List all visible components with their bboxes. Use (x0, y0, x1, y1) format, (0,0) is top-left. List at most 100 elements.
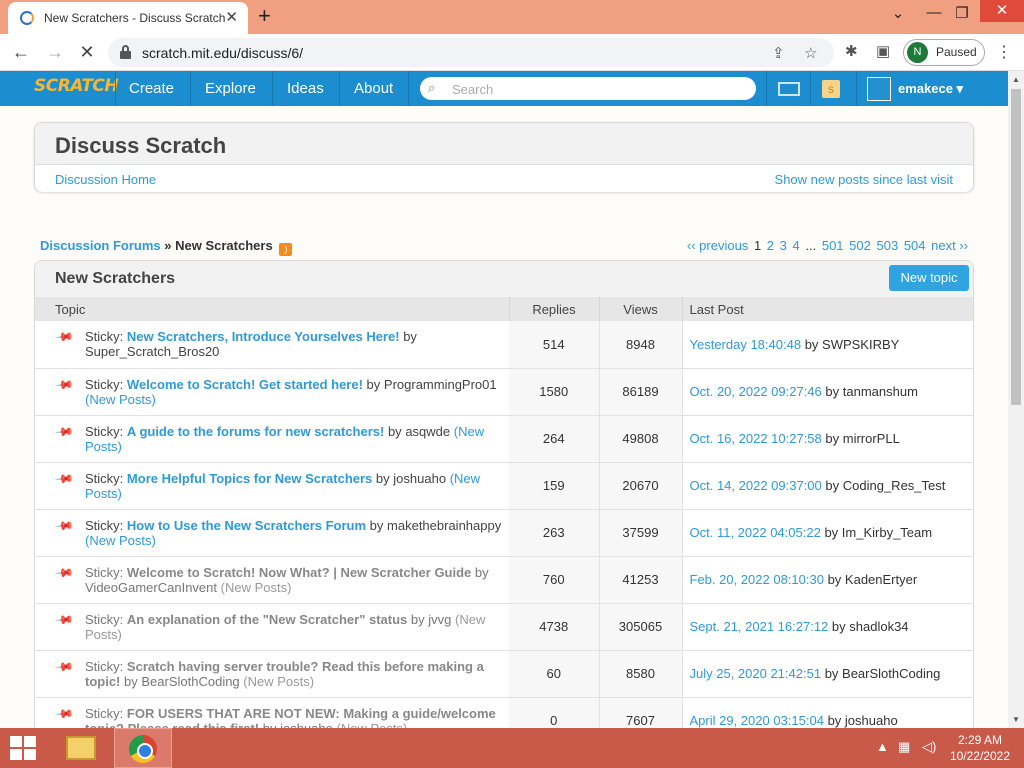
taskbar-chrome[interactable] (114, 728, 172, 768)
url-text[interactable]: scratch.mit.edu/discuss/6/ (142, 45, 303, 61)
tray-expand-icon[interactable]: ▲ (876, 739, 889, 754)
network-icon[interactable]: ▦ (898, 739, 910, 755)
pagination-page[interactable]: 503 (877, 238, 899, 253)
pagination-page[interactable]: 2 (767, 238, 774, 253)
profile-button[interactable]: N Paused (903, 39, 985, 66)
sticky-label: Sticky: (85, 329, 124, 345)
new-posts-link[interactable]: (New Posts) (243, 674, 314, 689)
breadcrumb: Discussion Forums » New Scratchers ) (40, 238, 293, 256)
topic-title-link[interactable]: How to Use the New Scratchers Forum (127, 518, 366, 533)
sticky-label: Sticky: (85, 470, 124, 486)
last-post-date-link[interactable]: Oct. 16, 2022 10:27:58 (690, 431, 822, 446)
forward-arrow-icon[interactable]: → (44, 42, 66, 63)
pagination-previous[interactable]: ‹‹ previous (687, 238, 748, 253)
topic-title-link[interactable]: A guide to the forums for new scratchers… (127, 424, 384, 439)
new-posts-link[interactable]: (New Posts) (85, 392, 156, 407)
topic-title-link[interactable]: More Helpful Topics for New Scratchers (127, 471, 372, 486)
topic-author[interactable]: VideoGamerCanInvent (85, 580, 217, 595)
browser-tab[interactable]: New Scratchers - Discuss Scratch ✕ (8, 2, 248, 34)
scrollbar-thumb[interactable] (1011, 89, 1021, 405)
share-icon[interactable]: ⇪ (772, 44, 785, 62)
pagination-page[interactable]: 3 (780, 238, 787, 253)
topic-author[interactable]: makethebrainhappy (387, 518, 501, 533)
pagination-next[interactable]: next ›› (931, 238, 968, 253)
breadcrumb-forums-link[interactable]: Discussion Forums (40, 238, 161, 253)
back-arrow-icon[interactable]: ← (10, 42, 32, 63)
last-post-date-link[interactable]: Sept. 21, 2021 16:27:12 (690, 619, 829, 634)
topic-author[interactable]: BearSlothCoding (141, 674, 239, 689)
topic-author[interactable]: Super_Scratch_Bros20 (85, 344, 219, 359)
pagination-page[interactable]: 4 (793, 238, 800, 253)
nav-about[interactable]: About (354, 80, 393, 97)
by-label: by (387, 423, 402, 439)
pagination-page[interactable]: 502 (849, 238, 871, 253)
scratch-logo[interactable]: SCRATCH (34, 76, 119, 96)
scroll-down-arrow-icon[interactable]: ▼ (1012, 715, 1020, 724)
bookmark-star-icon[interactable]: ☆ (804, 44, 817, 62)
discussion-home-link[interactable]: Discussion Home (55, 172, 156, 187)
messages-mail-icon[interactable] (778, 82, 800, 96)
last-post-date-link[interactable]: Oct. 11, 2022 04:05:22 (690, 525, 821, 540)
browser-menu-icon[interactable]: ⋮ (996, 42, 1012, 62)
taskbar-file-explorer[interactable] (52, 728, 110, 768)
nav-divider (115, 71, 116, 106)
last-post-author: by Coding_Res_Test (825, 478, 946, 493)
new-posts-link[interactable]: (New Posts) (221, 580, 292, 595)
new-tab-button[interactable]: + (258, 3, 271, 29)
topic-author[interactable]: asqwde (405, 424, 450, 439)
nav-create[interactable]: Create (129, 80, 174, 97)
show-new-posts-link[interactable]: Show new posts since last visit (775, 172, 953, 187)
clock-date: 10/22/2022 (949, 749, 1010, 763)
table-row: 📌 Sticky: Welcome to Scratch! Get started… (35, 368, 973, 416)
last-post-date-link[interactable]: Oct. 20, 2022 09:27:46 (690, 384, 822, 399)
topic-cell: 📌 Sticky: A guide to the forums for new s… (35, 415, 509, 463)
address-bar[interactable]: scratch.mit.edu/discuss/6/ ⇪ ☆ (108, 38, 834, 67)
windows-start-icon[interactable] (10, 736, 36, 760)
topic-title-link[interactable]: Welcome to Scratch! Get started here! (127, 377, 363, 392)
topic-title-link[interactable]: New Scratchers, Introduce Yourselves Her… (127, 329, 400, 344)
user-avatar[interactable] (867, 77, 891, 101)
last-post-date-link[interactable]: Oct. 14, 2022 09:37:00 (690, 478, 822, 493)
last-post-date-link[interactable]: Yesterday 18:40:48 (690, 337, 802, 352)
lock-icon[interactable] (120, 45, 131, 59)
topic-author[interactable]: ProgrammingPro01 (384, 377, 497, 392)
nav-explore[interactable]: Explore (205, 80, 256, 97)
topic-title-link[interactable]: An explanation of the "New Scratcher" st… (127, 612, 407, 627)
last-post-cell: Oct. 16, 2022 10:27:58 by mirrorPLL (682, 415, 973, 463)
pagination-page[interactable]: 504 (904, 238, 926, 253)
my-stuff-folder-icon[interactable]: s (822, 80, 840, 98)
topic-text: Sticky: Scratch having server trouble? R… (55, 659, 509, 689)
page-scrollbar[interactable]: ▲ ▼ (1008, 71, 1024, 728)
minimize-button[interactable]: — (924, 4, 944, 21)
last-post-date-link[interactable]: July 25, 2020 21:42:51 (690, 666, 822, 681)
topic-title-link[interactable]: Welcome to Scratch! Now What? | New Scra… (127, 565, 471, 580)
last-post-date-link[interactable]: April 29, 2020 03:15:04 (690, 713, 824, 728)
last-post-date-link[interactable]: Feb. 20, 2022 08:10:30 (690, 572, 824, 587)
window-close-button[interactable]: ✕ (980, 0, 1024, 22)
tab-search-icon[interactable]: ⌄ (888, 4, 908, 22)
taskbar-clock[interactable]: 2:29 AM 10/22/2022 (950, 732, 1010, 764)
new-topic-button[interactable]: New topic (889, 265, 969, 291)
sticky-label: Sticky: (85, 705, 124, 721)
new-posts-link[interactable]: (New Posts) (85, 533, 156, 548)
nav-ideas[interactable]: Ideas (287, 80, 324, 97)
extensions-icon[interactable]: ✱ (845, 42, 858, 60)
scratch-search-input[interactable]: ⌕ Search (420, 77, 756, 100)
tab-close-icon[interactable]: ✕ (225, 8, 238, 26)
topic-author[interactable]: joshuaho (393, 471, 446, 486)
column-header-topic: Topic (35, 297, 510, 321)
volume-icon[interactable]: ◁) (922, 739, 936, 755)
scroll-up-arrow-icon[interactable]: ▲ (1012, 75, 1020, 84)
rss-feed-icon[interactable]: ) (279, 243, 293, 256)
pagination-page[interactable]: 501 (822, 238, 844, 253)
nav-divider (339, 71, 340, 106)
username-menu[interactable]: emakece ▾ (898, 81, 963, 97)
browser-tab-strip: New Scratchers - Discuss Scratch ✕ + ⌄ —… (0, 0, 1024, 34)
views-count: 37599 (599, 509, 683, 557)
stop-loading-icon[interactable]: ✕ (76, 42, 98, 63)
topic-author[interactable]: jvvg (428, 612, 451, 627)
maximize-button[interactable]: ❐ (952, 4, 972, 22)
scratch-nav-bar: SCRATCH Create Explore Ideas About ⌕ Sea… (0, 71, 1008, 106)
topic-text: Sticky: New Scratchers, Introduce Yourse… (55, 329, 509, 359)
side-panel-icon[interactable]: ▣ (876, 42, 890, 60)
